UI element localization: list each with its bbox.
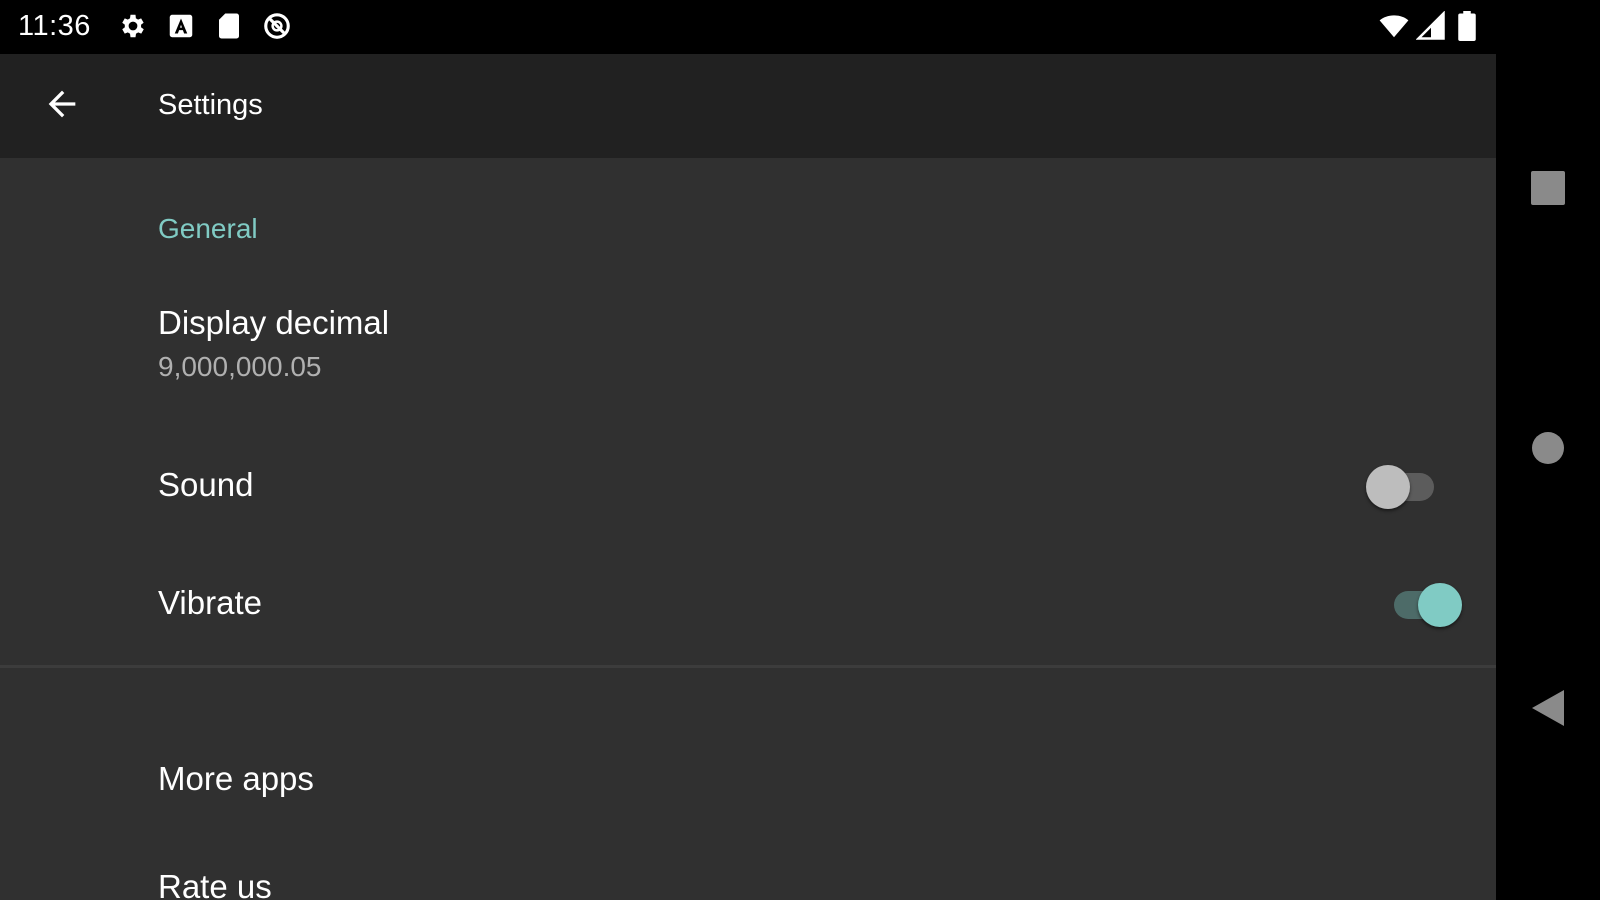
pref-rate-us[interactable]: Rate us <box>0 844 1496 900</box>
section-header-general: General <box>158 213 258 244</box>
toolbar: Settings <box>0 54 1496 158</box>
pref-title: More apps <box>158 760 314 797</box>
pref-title: Vibrate <box>158 584 262 621</box>
navigation-bar <box>1496 0 1600 900</box>
wifi-icon <box>1378 11 1409 41</box>
settings-screen: Settings General Display decimal 9,000,0… <box>0 54 1496 900</box>
arrow-back-icon <box>42 84 82 129</box>
pref-title: Sound <box>158 466 254 503</box>
pref-display-decimal[interactable]: Display decimal 9,000,000.05 <box>0 260 1496 408</box>
pref-title: Rate us <box>158 868 272 900</box>
status-bar: 11:36 <box>0 0 1496 54</box>
sd-card-icon <box>214 11 244 41</box>
device-screen: 11:36 Settings General Display decimal 9… <box>0 0 1600 900</box>
status-time: 11:36 <box>18 10 91 42</box>
back-nav-button[interactable] <box>1518 680 1578 740</box>
section-divider <box>0 665 1496 668</box>
pref-summary: 9,000,000.05 <box>158 351 322 382</box>
pref-vibrate[interactable]: Vibrate <box>0 546 1496 662</box>
switch-thumb <box>1366 465 1410 509</box>
recents-icon <box>1530 170 1566 211</box>
back-triangle-icon <box>1530 688 1566 733</box>
page-title: Settings <box>158 89 263 121</box>
pref-sound[interactable]: Sound <box>0 428 1496 546</box>
back-button[interactable] <box>30 78 94 134</box>
blocked-circle-icon <box>262 11 292 41</box>
recents-button[interactable] <box>1518 160 1578 220</box>
home-icon <box>1530 430 1566 471</box>
gear-icon <box>118 11 148 41</box>
pref-title: Display decimal <box>158 304 390 341</box>
vibrate-switch[interactable] <box>1378 580 1468 630</box>
switch-thumb <box>1418 583 1462 627</box>
signal-icon <box>1415 10 1446 41</box>
home-button[interactable] <box>1518 420 1578 480</box>
battery-icon <box>1456 11 1486 41</box>
sound-switch[interactable] <box>1360 462 1450 512</box>
a-box-icon <box>166 11 196 41</box>
pref-more-apps[interactable]: More apps <box>0 734 1496 834</box>
